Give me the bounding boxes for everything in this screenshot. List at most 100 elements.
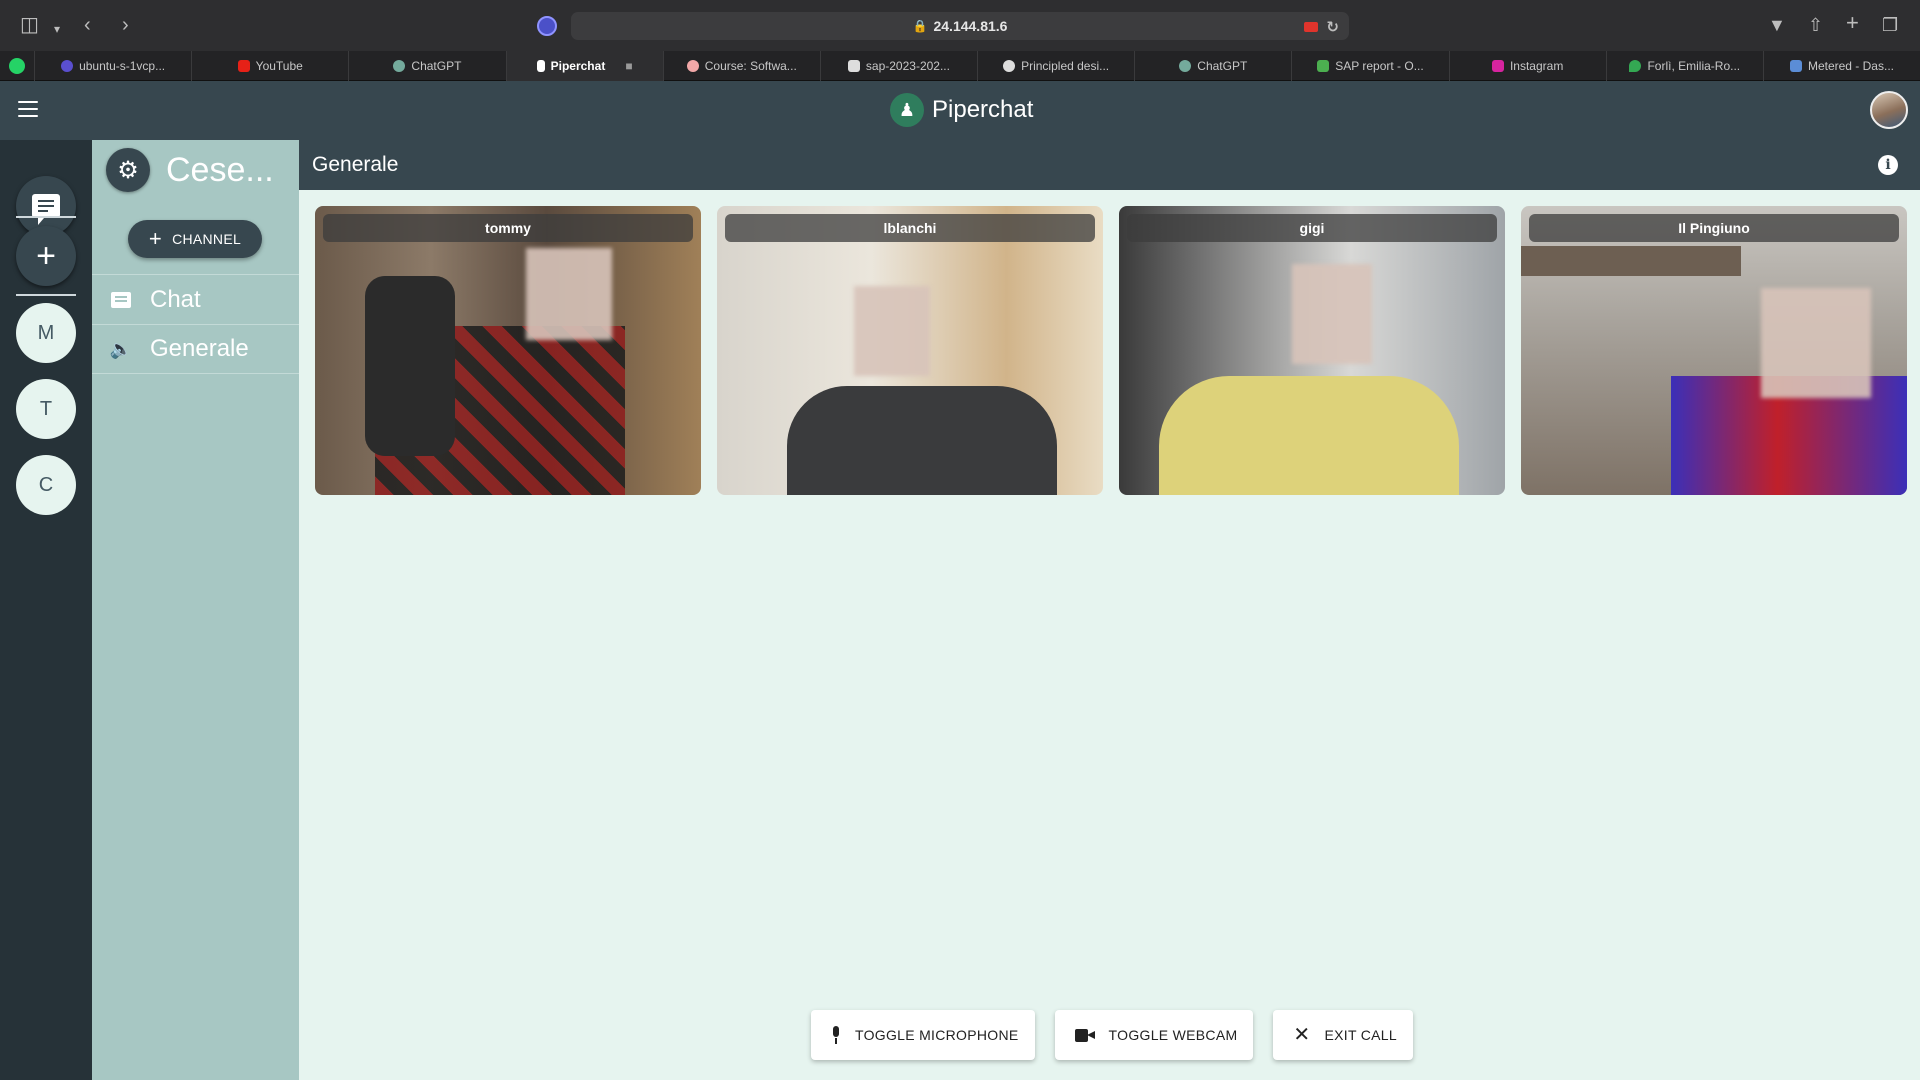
add-channel-button[interactable]: + CHANNEL (128, 220, 262, 258)
tab-favicon (393, 60, 406, 72)
camera-recording-icon[interactable] (1304, 22, 1319, 32)
user-avatar[interactable] (1870, 91, 1908, 129)
forward-icon[interactable]: › (122, 15, 129, 35)
video-tile-il-pingiuno: Il Pingiuno (1521, 206, 1907, 495)
brand-name: Piperchat (932, 96, 1034, 123)
tab-metered[interactable]: Metered - Das... (1762, 51, 1920, 81)
server-rail: + M T C (0, 140, 92, 1080)
channel-title: Generale (312, 153, 399, 176)
channel-sidebar: ⚙ Cese... + CHANNEL Chat 🔈 Generale (92, 140, 299, 1080)
server-button-c[interactable]: C (16, 455, 76, 515)
tab-favicon (237, 60, 250, 72)
participant-name: lblanchi (725, 214, 1095, 242)
channel-item-generale[interactable]: 🔈 Generale (92, 324, 299, 374)
server-name: Cese... (166, 150, 274, 189)
add-server-button[interactable]: + (16, 226, 76, 286)
chair-shape (365, 276, 455, 456)
sidebar-toggle-icon[interactable]: ◫ (20, 15, 39, 35)
blurred-face (854, 286, 930, 376)
lock-icon: 🔒 (912, 19, 928, 33)
tab-favicon (1179, 60, 1192, 72)
tab-camera-icon: ■ (625, 59, 633, 73)
toggle-webcam-button[interactable]: TOGGLE WEBCAM (1054, 1010, 1254, 1060)
tab-chatgpt-2[interactable]: ChatGPT (1134, 51, 1291, 81)
speaker-icon: 🔈 (109, 338, 133, 359)
close-icon: ✕ (1293, 1024, 1311, 1046)
extension-icon[interactable] (537, 16, 557, 36)
browser-toolbar: ◫ ▾ ‹ › 🔒 24.144.81.6 ↻ ▼ ⇧ + ❐ (0, 0, 1920, 51)
piperchat-logo-icon: ♟ (890, 93, 924, 127)
plus-icon: + (36, 237, 56, 275)
tab-favicon (536, 60, 545, 72)
tab-favicon (61, 60, 74, 72)
gear-icon[interactable]: ⚙ (106, 148, 150, 192)
rail-divider (16, 216, 76, 218)
participant-name: tommy (323, 214, 693, 242)
new-tab-icon[interactable]: + (1846, 12, 1859, 34)
tab-favicon (1789, 60, 1802, 72)
channel-header: Generale i (299, 140, 1920, 190)
tab-piperchat[interactable]: Piperchat ■ (505, 51, 663, 81)
tab-favicon (847, 60, 860, 72)
server-button-m[interactable]: M (16, 303, 76, 363)
participant-name: Il Pingiuno (1529, 214, 1899, 242)
channel-item-chat[interactable]: Chat (92, 274, 299, 324)
tab-maps[interactable]: Forlì, Emilia-Ro... (1605, 51, 1763, 81)
plus-icon: + (148, 226, 163, 251)
tab-bar: ubuntu-s-1vcp... YouTube ChatGPT Piperch… (0, 51, 1920, 81)
app-header: ♟ Piperchat (0, 81, 1920, 140)
address-text: 24.144.81.6 (933, 18, 1008, 34)
toggle-webcam-label: TOGGLE WEBCAM (1108, 1027, 1238, 1043)
tab-course[interactable]: Course: Softwa... (662, 51, 820, 81)
chat-icon (32, 194, 60, 225)
toggle-microphone-label: TOGGLE MICROPHONE (855, 1027, 1019, 1043)
tab-youtube[interactable]: YouTube (191, 51, 348, 81)
kitchen-shelf (1521, 246, 1741, 276)
tab-ubuntu[interactable]: ubuntu-s-1vcp... (34, 51, 191, 81)
tab-github[interactable]: sap-2023-202... (819, 51, 977, 81)
reload-icon[interactable]: ↻ (1326, 18, 1339, 36)
brand: ♟ Piperchat (890, 93, 1033, 127)
tab-sap-report[interactable]: SAP report - O... (1291, 51, 1448, 81)
blurred-face (1292, 264, 1372, 364)
tab-principled[interactable]: Principled desi... (977, 51, 1134, 81)
channel-label: Chat (150, 285, 201, 313)
whatsapp-pinned-tab[interactable] (0, 51, 34, 81)
chevron-down-icon[interactable]: ▾ (54, 19, 60, 39)
video-tile-tommy: tommy (315, 206, 701, 495)
back-icon[interactable]: ‹ (84, 15, 91, 35)
call-area: Generale i tommy lblanchi gigi Il Pingiu… (299, 140, 1920, 1080)
exit-call-button[interactable]: ✕ EXIT CALL (1273, 1010, 1413, 1060)
server-header: ⚙ Cese... (106, 148, 286, 192)
tab-overview-icon[interactable]: ❐ (1882, 15, 1898, 35)
tab-favicon (686, 60, 699, 72)
exit-call-label: EXIT CALL (1324, 1027, 1397, 1043)
channel-label: Generale (150, 335, 249, 362)
toggle-microphone-button[interactable]: TOGGLE MICROPHONE (811, 1010, 1035, 1060)
microphone-icon (831, 1026, 841, 1044)
rail-divider (16, 294, 76, 296)
add-channel-label: CHANNEL (172, 231, 242, 247)
download-icon[interactable]: ▼ (1768, 15, 1786, 35)
blurred-face (526, 248, 612, 340)
server-button-t[interactable]: T (16, 379, 76, 439)
info-icon[interactable]: i (1878, 155, 1898, 175)
tab-favicon (1629, 60, 1642, 72)
video-tile-gigi: gigi (1119, 206, 1505, 495)
tab-chatgpt[interactable]: ChatGPT (348, 51, 505, 81)
hamburger-menu-icon[interactable] (18, 101, 38, 117)
blurred-face (1761, 288, 1871, 398)
whatsapp-icon (9, 58, 25, 74)
address-bar[interactable]: 🔒 24.144.81.6 ↻ (571, 12, 1349, 40)
tab-favicon (1003, 60, 1016, 72)
share-icon[interactable]: ⇧ (1808, 15, 1823, 35)
tab-favicon (1491, 60, 1504, 72)
tab-favicon (1317, 60, 1330, 72)
video-tile-lblanchi: lblanchi (717, 206, 1103, 495)
tab-instagram[interactable]: Instagram (1448, 51, 1606, 81)
webcam-icon (1074, 1028, 1095, 1042)
video-feed (1159, 376, 1459, 495)
call-controls: TOGGLE MICROPHONE TOGGLE WEBCAM ✕ EXIT C… (811, 1010, 1413, 1060)
participant-name: gigi (1127, 214, 1497, 242)
text-channel-icon (110, 291, 132, 308)
